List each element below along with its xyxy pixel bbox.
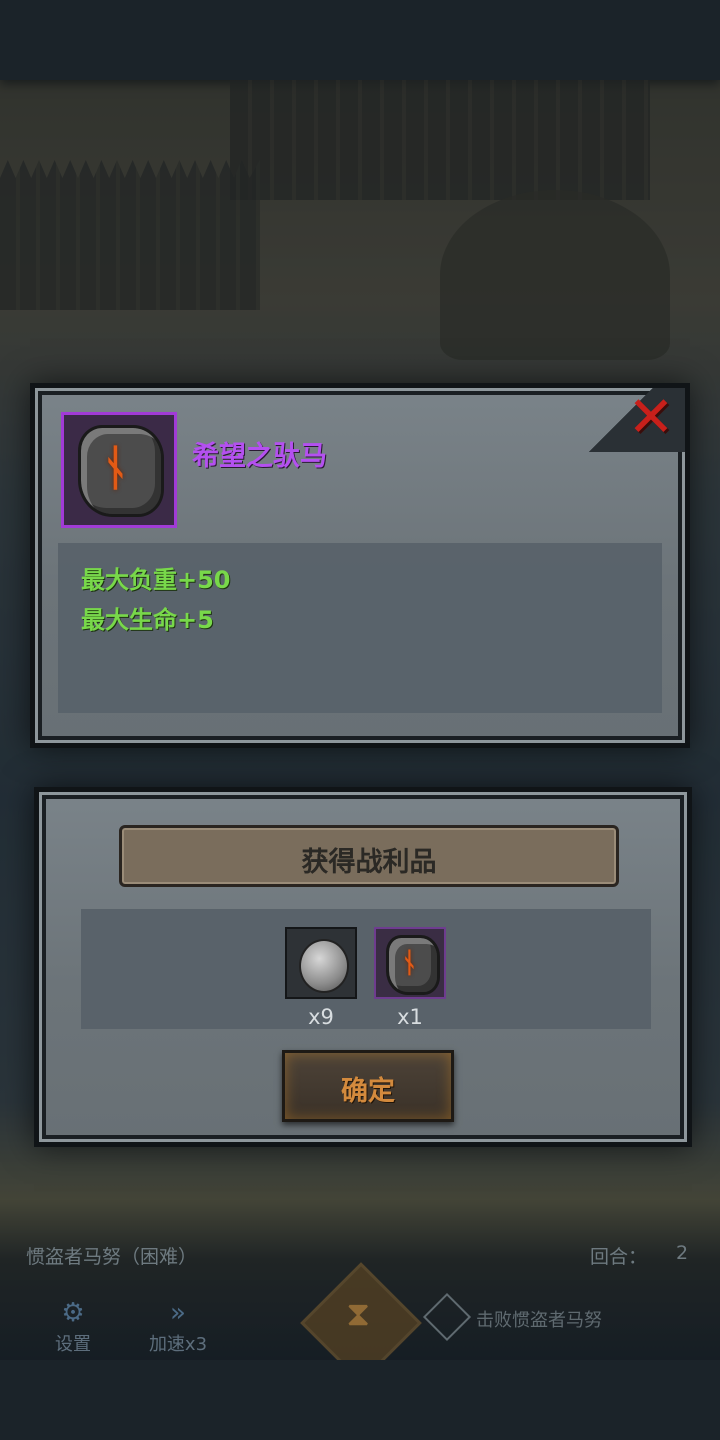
battle-goal-text: 击败惯盗者马努 xyxy=(476,1310,602,1331)
item-detail-panel: ✕ ᚾ 希望之驮马 最大负重+50 最大生命+5 xyxy=(30,383,690,748)
rune-stone-icon: ᚾ xyxy=(386,935,440,995)
loot-panel: 获得战利品 x9 ᚾ x1 确定 xyxy=(34,787,692,1147)
item-stat: 最大生命+5 xyxy=(81,606,214,634)
confirm-label: 确定 xyxy=(341,1076,395,1107)
hourglass-icon: ⧗ xyxy=(346,1294,371,1335)
item-name: 希望之驮马 xyxy=(192,441,327,472)
loot-item-count: x1 xyxy=(397,1005,423,1029)
rune-glyph: ᚾ xyxy=(401,946,418,979)
boss-name: 惯盗者马努（困难） xyxy=(26,1246,198,1268)
loot-title-banner: 获得战利品 xyxy=(119,825,619,887)
settings-label: 设置 xyxy=(55,1334,91,1355)
round-value: 2 xyxy=(676,1242,689,1264)
close-icon: ✕ xyxy=(627,385,675,450)
settings-button[interactable]: ⚙ 设置 xyxy=(38,1298,108,1356)
rune-stone-icon: ᚾ xyxy=(78,425,164,517)
item-stat: 最大负重+50 xyxy=(81,566,231,594)
loot-title: 获得战利品 xyxy=(301,847,437,878)
item-icon-frame: ᚾ xyxy=(61,412,177,528)
speed-label: 加速x3 xyxy=(148,1334,208,1355)
loot-items-box: x9 ᚾ x1 xyxy=(81,909,651,1029)
top-bar xyxy=(0,0,720,80)
gear-icon: ⚙ xyxy=(61,1298,85,1328)
loot-item-slot[interactable]: ᚾ xyxy=(374,927,446,999)
silver-coin-icon xyxy=(299,939,349,993)
rune-glyph: ᚾ xyxy=(101,440,130,496)
loot-item-count: x9 xyxy=(308,1005,334,1029)
bottom-bar xyxy=(0,1360,720,1440)
close-button[interactable]: ✕ xyxy=(625,390,677,446)
fast-forward-icon: » xyxy=(170,1298,186,1328)
speed-button[interactable]: » 加速x3 xyxy=(136,1298,220,1356)
round-label: 回合： xyxy=(590,1246,648,1268)
confirm-button[interactable]: 确定 xyxy=(282,1050,454,1122)
loot-item-slot[interactable] xyxy=(285,927,357,999)
